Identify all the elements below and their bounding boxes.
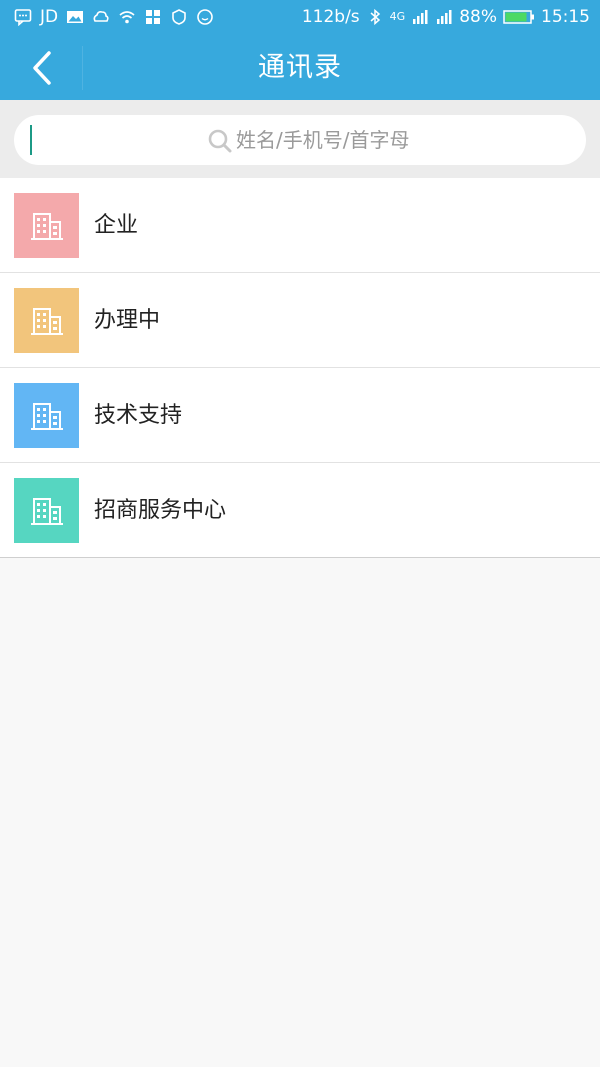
building-icon (14, 383, 79, 448)
app-header: JD 112b/s 4G 88% 15:15 通讯录 (0, 0, 600, 100)
signal-icon (411, 8, 429, 26)
jd-icon: JD (40, 7, 59, 27)
battery-icon (503, 8, 535, 26)
contact-group-list: 企业 办理中 技术支持 招商服务中心 (0, 178, 600, 558)
message-icon (14, 8, 32, 26)
search-box[interactable] (14, 115, 586, 165)
app-grid-icon (144, 8, 162, 26)
building-icon (14, 193, 79, 258)
cloud-icon (92, 8, 110, 26)
list-item-label: 招商服务中心 (94, 498, 227, 523)
search-area (0, 100, 600, 178)
battery-percent: 88% (459, 7, 497, 27)
smile-icon (196, 8, 214, 26)
network-speed: 112b/s (301, 7, 360, 27)
list-item[interactable]: 技术支持 (0, 368, 600, 463)
nav-bar: 通讯录 (0, 36, 600, 100)
clock: 15:15 (541, 7, 590, 27)
search-icon (208, 129, 232, 153)
list-item-label: 企业 (94, 213, 139, 238)
search-input[interactable] (236, 115, 576, 165)
image-icon (66, 8, 84, 26)
shield-icon (170, 8, 188, 26)
signal-icon (435, 8, 453, 26)
building-icon (14, 478, 79, 543)
page-title: 通讯录 (258, 52, 342, 83)
building-icon (14, 288, 79, 353)
list-item-label: 技术支持 (94, 403, 183, 428)
list-item[interactable]: 企业 (0, 178, 600, 273)
text-cursor (30, 125, 32, 155)
list-item-label: 办理中 (94, 308, 161, 333)
network-type: 4G (389, 10, 406, 23)
bluetooth-icon (366, 8, 384, 26)
status-bar: JD 112b/s 4G 88% 15:15 (0, 0, 600, 36)
wifi-icon (118, 8, 136, 26)
list-item[interactable]: 办理中 (0, 273, 600, 368)
list-item[interactable]: 招商服务中心 (0, 463, 600, 558)
